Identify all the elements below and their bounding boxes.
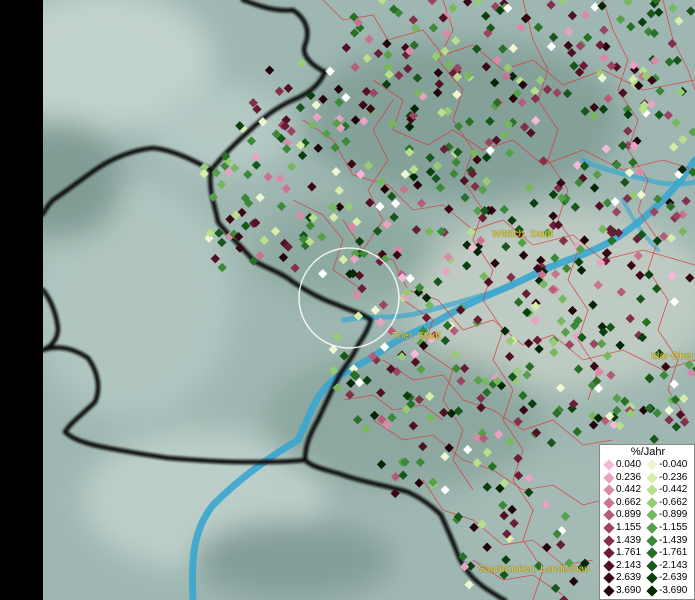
legend-swatch-positive bbox=[603, 459, 615, 471]
legend-swatch-negative bbox=[646, 534, 658, 547]
legend-row: 0.662 -0.662 bbox=[603, 496, 695, 509]
legend-label-negative: -0.442 bbox=[659, 484, 688, 496]
legend-swatch-negative bbox=[646, 547, 658, 559]
legend-label-positive: 2.143 bbox=[616, 559, 642, 571]
legend-row: 0.236 -0.236 bbox=[603, 471, 695, 484]
legend-label-positive: 1.439 bbox=[616, 534, 642, 546]
legend-swatch-negative bbox=[646, 522, 658, 534]
left-black-strip bbox=[0, 0, 43, 600]
legend-row: 1.439 -1.439 bbox=[603, 534, 695, 547]
legend-row: 0.040 -0.040 bbox=[603, 459, 695, 471]
legend-row: 2.639 -2.639 bbox=[603, 572, 695, 585]
legend-swatch-negative bbox=[646, 459, 658, 471]
legend-swatch-positive bbox=[603, 572, 615, 585]
legend-label-negative: -0.899 bbox=[659, 509, 688, 521]
legend-label-negative: -0.236 bbox=[659, 471, 688, 483]
legend-swatch-negative bbox=[646, 585, 658, 597]
legend-label-positive: 3.690 bbox=[616, 585, 642, 596]
legend-label-negative: -1.155 bbox=[659, 522, 688, 533]
legend-label-positive: 0.662 bbox=[616, 496, 642, 508]
legend-label-negative: -1.439 bbox=[659, 534, 688, 546]
legend-row: 2.143 -2.143 bbox=[603, 559, 695, 572]
legend-title: %/Jahr bbox=[630, 446, 666, 458]
legend-label-negative: -0.040 bbox=[659, 459, 688, 470]
place-label-trier: Trier, Stadt bbox=[392, 331, 441, 342]
map-canvas[interactable] bbox=[43, 0, 695, 600]
legend-swatch-negative bbox=[646, 484, 658, 496]
legend-swatch-positive bbox=[603, 497, 615, 509]
legend-row: 1.761 -1.761 bbox=[603, 547, 695, 559]
place-label-saarbruecken: Saarbrücken, Landeshau bbox=[478, 564, 590, 575]
legend-label-positive: 1.155 bbox=[616, 522, 642, 533]
legend-swatch-negative bbox=[646, 560, 658, 572]
legend-label-negative: -0.662 bbox=[659, 496, 688, 508]
legend-label-negative: -2.639 bbox=[659, 572, 688, 584]
legend-swatch-negative bbox=[646, 471, 658, 484]
place-label-idar-oberstein: Idar-Ober bbox=[651, 351, 694, 362]
legend-swatch-negative bbox=[646, 509, 658, 522]
legend-label-negative: -1.761 bbox=[659, 547, 688, 559]
legend-label-positive: 0.899 bbox=[616, 509, 642, 521]
map-view[interactable]: Wittlich, Stadt Trier, Stadt Idar-Ober S… bbox=[0, 0, 695, 600]
legend-swatch-positive bbox=[603, 585, 615, 597]
legend-row: 0.442 -0.442 bbox=[603, 484, 695, 496]
legend-label-positive: 0.442 bbox=[616, 484, 642, 496]
legend-swatch-positive bbox=[603, 534, 615, 547]
legend-row: 3.690 -3.690 bbox=[603, 585, 695, 597]
legend-swatch-positive bbox=[603, 509, 615, 522]
legend-swatch-negative bbox=[646, 497, 658, 509]
place-label-wittlich: Wittlich, Stadt bbox=[492, 229, 554, 240]
legend-swatch-positive bbox=[603, 547, 615, 559]
legend-label-negative: -3.690 bbox=[659, 585, 688, 596]
legend-swatch-positive bbox=[603, 522, 615, 534]
legend-swatch-positive bbox=[603, 471, 615, 484]
legend-label-positive: 2.639 bbox=[616, 572, 642, 584]
legend-swatch-positive bbox=[603, 484, 615, 496]
legend-swatch-positive bbox=[603, 560, 615, 572]
legend-label-positive: 0.040 bbox=[616, 459, 642, 470]
legend-row: 0.899 -0.899 bbox=[603, 509, 695, 522]
legend-label-positive: 1.761 bbox=[616, 547, 642, 559]
legend: %/Jahr 0.040 -0.040 0.236 -0.236 0.442 -0.442… bbox=[599, 444, 695, 600]
legend-label-positive: 0.236 bbox=[616, 471, 642, 483]
legend-label-negative: -2.143 bbox=[659, 559, 688, 571]
legend-swatch-negative bbox=[646, 572, 658, 585]
legend-row: 1.155 -1.155 bbox=[603, 522, 695, 534]
